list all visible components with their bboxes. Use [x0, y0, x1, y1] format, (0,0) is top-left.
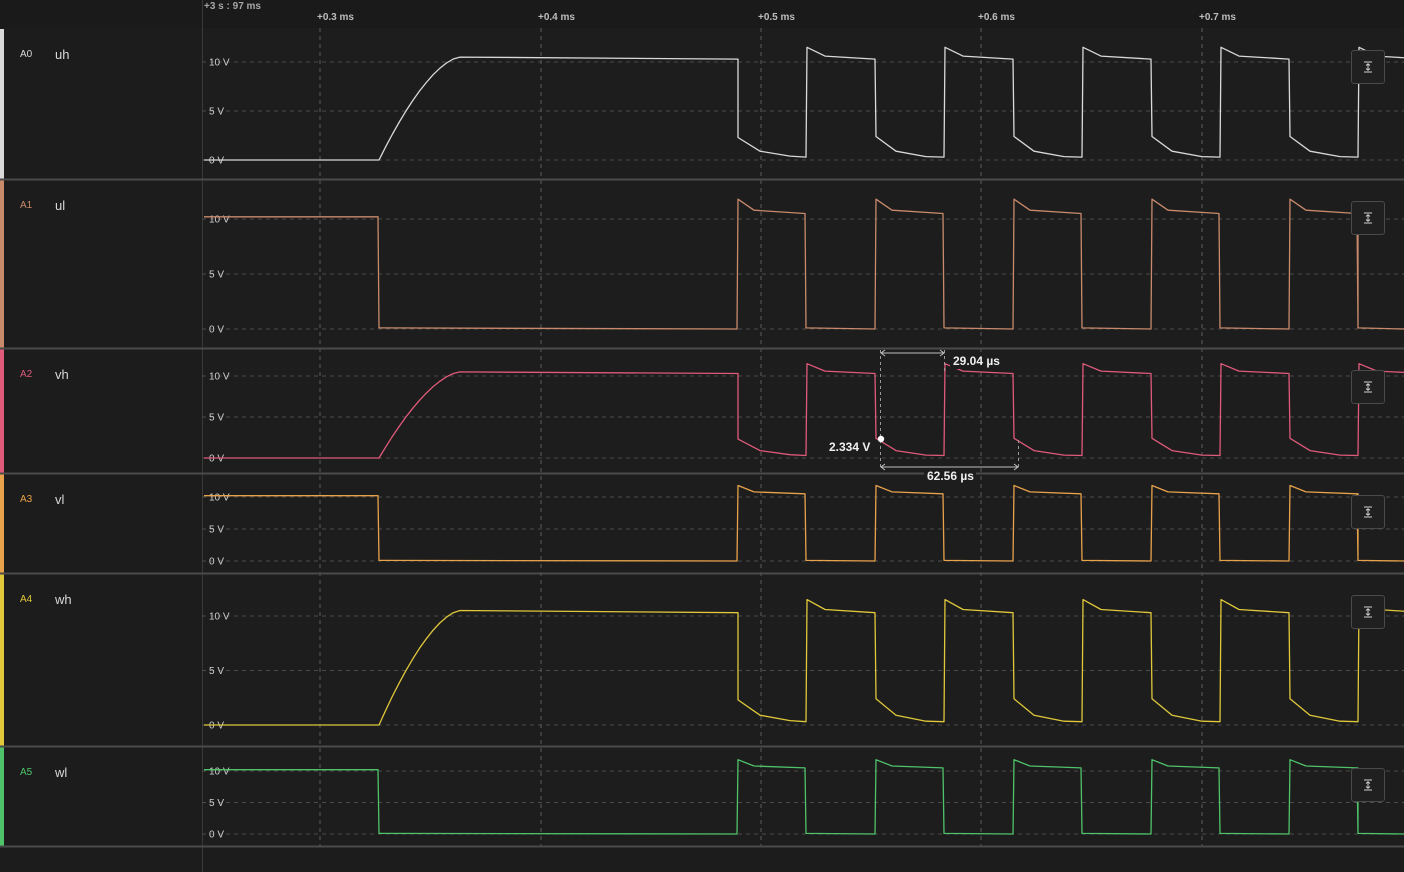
vertical-fit-icon: [1364, 606, 1372, 618]
vertical-fit-icon: [1364, 61, 1372, 73]
voltage-level-label: 5 V: [209, 270, 224, 281]
autoscale-button[interactable]: [1351, 595, 1385, 629]
autoscale-button[interactable]: [1351, 50, 1385, 84]
voltage-level-label: 0 V: [209, 156, 224, 167]
period-label: 62.56 µs: [927, 469, 974, 483]
autoscale-button[interactable]: [1351, 495, 1385, 529]
voltage-level-label: 10 V: [209, 767, 230, 778]
voltage-marker-dot[interactable]: [877, 435, 885, 443]
voltage-level-label: 5 V: [209, 107, 224, 118]
autoscale-button[interactable]: [1351, 370, 1385, 404]
vertical-fit-icon: [1364, 779, 1372, 791]
waveform-display[interactable]: 10 V 5 V 0 V 10 V 5 V 0 V 10 V 5 V 0 V 10 V 5 V 0 V…: [0, 0, 1404, 872]
voltage-readout-label: 2.334 V: [829, 440, 870, 454]
pulse-width-label: 29.04 µs: [953, 354, 1000, 368]
autoscale-button[interactable]: [1351, 201, 1385, 235]
vertical-fit-icon: [1364, 506, 1372, 518]
voltage-level-label: 10 V: [209, 372, 230, 383]
voltage-level-label: 5 V: [209, 666, 224, 677]
voltage-level-label: 5 V: [209, 798, 224, 809]
voltage-level-label: 10 V: [209, 215, 230, 226]
voltage-level-label: 0 V: [209, 557, 224, 568]
autoscale-button[interactable]: [1351, 768, 1385, 802]
voltage-level-label: 5 V: [209, 525, 224, 536]
voltage-level-label: 0 V: [209, 830, 224, 841]
voltage-level-label: 0 V: [209, 721, 224, 732]
vertical-fit-icon: [1364, 212, 1372, 224]
voltage-level-label: 0 V: [209, 454, 224, 465]
voltage-level-label: 10 V: [209, 493, 230, 504]
voltage-level-label: 10 V: [209, 58, 230, 69]
voltage-level-label: 5 V: [209, 413, 224, 424]
voltage-level-label: 0 V: [209, 325, 224, 336]
voltage-level-label: 10 V: [209, 612, 230, 623]
vertical-fit-icon: [1364, 381, 1372, 393]
